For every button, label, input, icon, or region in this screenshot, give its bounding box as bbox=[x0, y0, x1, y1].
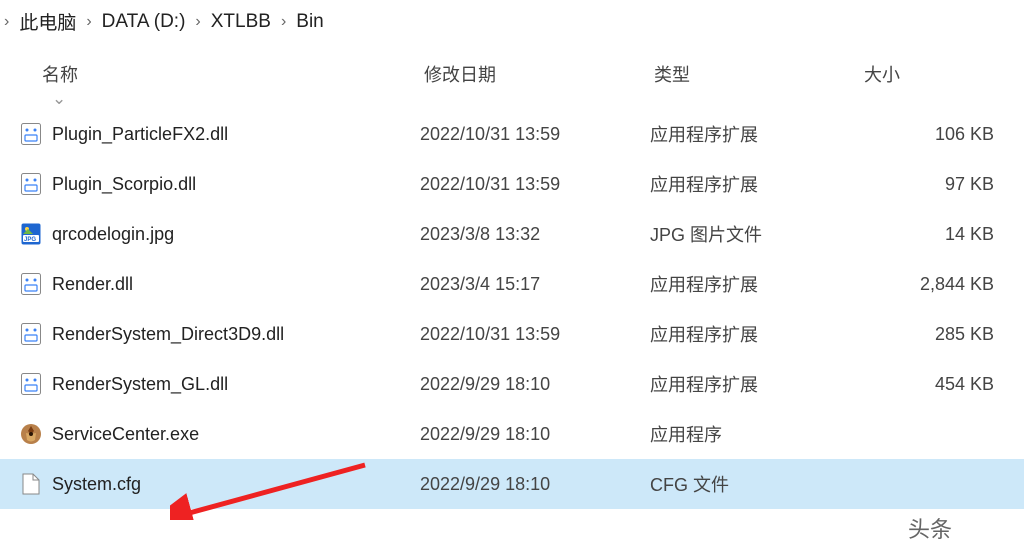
dll-icon bbox=[20, 123, 42, 145]
breadcrumb-item[interactable]: XTLBB bbox=[205, 11, 277, 33]
watermark-logo: 九游 bbox=[956, 508, 1024, 548]
file-name: RenderSystem_Direct3D9.dll bbox=[52, 324, 284, 345]
file-modified: 2022/9/29 18:10 bbox=[420, 374, 650, 395]
dll-icon bbox=[20, 323, 42, 345]
file-size: 285 KB bbox=[860, 324, 1024, 345]
file-name: Plugin_ParticleFX2.dll bbox=[52, 124, 228, 145]
file-type: 应用程序扩展 bbox=[650, 371, 860, 397]
file-name-cell[interactable]: Plugin_Scorpio.dll bbox=[0, 173, 420, 195]
dll-icon bbox=[20, 273, 42, 295]
file-modified: 2022/10/31 13:59 bbox=[420, 124, 650, 145]
file-name-cell[interactable]: JPG qrcodelogin.jpg bbox=[0, 223, 420, 245]
file-name-cell[interactable]: ServiceCenter.exe bbox=[0, 423, 420, 445]
file-size: 454 KB bbox=[860, 374, 1024, 395]
file-row[interactable]: System.cfg 2022/9/29 18:10CFG 文件 bbox=[0, 459, 1024, 509]
column-header-type[interactable]: 类型 bbox=[650, 61, 860, 87]
dll-icon bbox=[20, 373, 42, 395]
chevron-right-icon: › bbox=[191, 13, 204, 31]
dll-icon bbox=[20, 173, 42, 195]
file-modified: 2023/3/8 13:32 bbox=[420, 224, 650, 245]
file-name: RenderSystem_GL.dll bbox=[52, 374, 228, 395]
file-size: 2,844 KB bbox=[860, 274, 1024, 295]
file-row[interactable]: JPG qrcodelogin.jpg 2023/3/8 13:32JPG 图片文件… bbox=[0, 209, 1024, 259]
chevron-right-icon: › bbox=[0, 13, 13, 31]
jpg-icon: JPG bbox=[20, 223, 42, 245]
file-row[interactable]: Render.dll 2023/3/4 15:17应用程序扩展2,844 KB bbox=[0, 259, 1024, 309]
file-name-cell[interactable]: System.cfg bbox=[0, 473, 420, 495]
file-name: Render.dll bbox=[52, 274, 133, 295]
column-header-size[interactable]: 大小 bbox=[860, 61, 1024, 87]
file-size: 97 KB bbox=[860, 174, 1024, 195]
file-row[interactable]: ServiceCenter.exe 2022/9/29 18:10应用程序 bbox=[0, 409, 1024, 459]
chevron-right-icon: › bbox=[82, 13, 95, 31]
column-headers: 名称 修改日期 类型 大小 bbox=[0, 43, 1024, 95]
partial-row: ⌄ bbox=[0, 95, 1024, 109]
file-name-cell[interactable]: RenderSystem_GL.dll bbox=[0, 373, 420, 395]
file-type: 应用程序扩展 bbox=[650, 271, 860, 297]
file-type: 应用程序扩展 bbox=[650, 171, 860, 197]
file-name: System.cfg bbox=[52, 474, 141, 495]
file-row[interactable]: Plugin_ParticleFX2.dll 2022/10/31 13:59应用… bbox=[0, 109, 1024, 159]
svg-text:九游: 九游 bbox=[979, 529, 1008, 545]
breadcrumb-item[interactable]: 此电脑 bbox=[13, 8, 82, 35]
file-type: 应用程序 bbox=[650, 421, 860, 447]
file-row[interactable]: RenderSystem_Direct3D9.dll 2022/10/31 13:… bbox=[0, 309, 1024, 359]
file-modified: 2022/10/31 13:59 bbox=[420, 174, 650, 195]
breadcrumb-item[interactable]: Bin bbox=[290, 11, 329, 33]
chevron-right-icon: › bbox=[277, 13, 290, 31]
file-type: CFG 文件 bbox=[650, 471, 860, 497]
file-name-cell[interactable]: Plugin_ParticleFX2.dll bbox=[0, 123, 420, 145]
file-type: 应用程序扩展 bbox=[650, 321, 860, 347]
file-icon bbox=[20, 473, 42, 495]
breadcrumb-item[interactable]: DATA (D:) bbox=[96, 11, 192, 33]
file-modified: 2023/3/4 15:17 bbox=[420, 274, 650, 295]
file-name: Plugin_Scorpio.dll bbox=[52, 174, 196, 195]
file-row[interactable]: RenderSystem_GL.dll 2022/9/29 18:10应用程序扩展… bbox=[0, 359, 1024, 409]
file-list: ⌄ Plugin_ParticleFX2.dll 2022/10/31 13:59… bbox=[0, 95, 1024, 509]
watermark-text: 头条 bbox=[908, 512, 952, 544]
column-header-modified[interactable]: 修改日期 bbox=[420, 61, 650, 87]
file-row[interactable]: Plugin_Scorpio.dll 2022/10/31 13:59应用程序扩展… bbox=[0, 159, 1024, 209]
file-modified: 2022/9/29 18:10 bbox=[420, 424, 650, 445]
file-name: qrcodelogin.jpg bbox=[52, 224, 174, 245]
watermark: 头条 九游 bbox=[908, 508, 1024, 548]
file-size: 14 KB bbox=[860, 224, 1024, 245]
file-name-cell[interactable]: Render.dll bbox=[0, 273, 420, 295]
file-type: JPG 图片文件 bbox=[650, 221, 860, 247]
column-header-name[interactable]: 名称 bbox=[0, 61, 420, 87]
file-name-cell[interactable]: RenderSystem_Direct3D9.dll bbox=[0, 323, 420, 345]
file-type: 应用程序扩展 bbox=[650, 121, 860, 147]
file-name: ServiceCenter.exe bbox=[52, 424, 199, 445]
breadcrumb[interactable]: › 此电脑 › DATA (D:) › XTLBB › Bin bbox=[0, 0, 1024, 43]
file-size: 106 KB bbox=[860, 124, 1024, 145]
file-modified: 2022/9/29 18:10 bbox=[420, 474, 650, 495]
file-modified: 2022/10/31 13:59 bbox=[420, 324, 650, 345]
exe-icon bbox=[20, 423, 42, 445]
svg-text:JPG: JPG bbox=[24, 237, 36, 243]
